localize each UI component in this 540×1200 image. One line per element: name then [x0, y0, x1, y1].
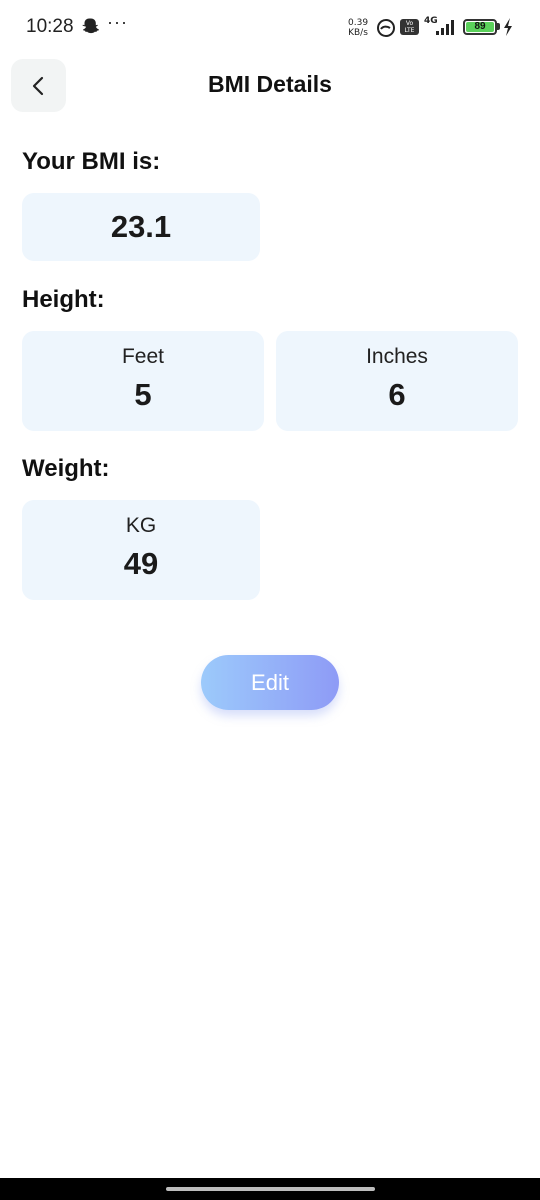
weight-card: KG 49 — [22, 500, 260, 600]
page-title: BMI Details — [208, 71, 332, 97]
feet-card: Feet 5 — [22, 331, 264, 431]
weight-label: Weight: — [22, 455, 110, 482]
volte-line2: LTE — [404, 27, 415, 34]
home-indicator[interactable] — [166, 1187, 375, 1191]
battery-icon: 89 — [463, 19, 497, 35]
feet-value: 5 — [134, 377, 152, 412]
inches-card: Inches 6 — [276, 331, 518, 431]
network-speed: 0.39 KB/s — [348, 18, 368, 38]
hotspot-link-icon — [377, 19, 395, 37]
bmi-label: Your BMI is: — [22, 148, 161, 175]
status-bar: 10:28 ··· 0.39 KB/s Vo LTE 4G 89 — [0, 0, 540, 56]
volte-line1: Vo — [405, 20, 414, 27]
inches-caption: Inches — [366, 345, 428, 368]
snapchat-icon — [82, 18, 99, 34]
bmi-card: 23.1 — [22, 193, 260, 261]
height-label: Height: — [22, 286, 105, 313]
status-time: 10:28 — [26, 16, 74, 37]
volte-badge: Vo LTE — [400, 19, 419, 35]
feet-caption: Feet — [121, 345, 165, 368]
network-speed-value: 0.39 — [348, 18, 369, 28]
navigation-bar — [0, 1178, 540, 1200]
signal-strength-icon — [436, 20, 454, 35]
network-speed-unit: KB/s — [348, 28, 368, 38]
inches-value: 6 — [388, 377, 406, 412]
battery-nub — [497, 23, 500, 30]
weight-unit-caption: KG — [125, 514, 157, 537]
charging-bolt-icon — [504, 18, 512, 36]
edit-button[interactable]: Edit — [201, 655, 339, 710]
weight-value: 49 — [123, 546, 159, 581]
more-notifications-icon: ··· — [107, 12, 128, 32]
bmi-value: 23.1 — [110, 209, 172, 244]
battery-level: 89 — [466, 22, 494, 32]
